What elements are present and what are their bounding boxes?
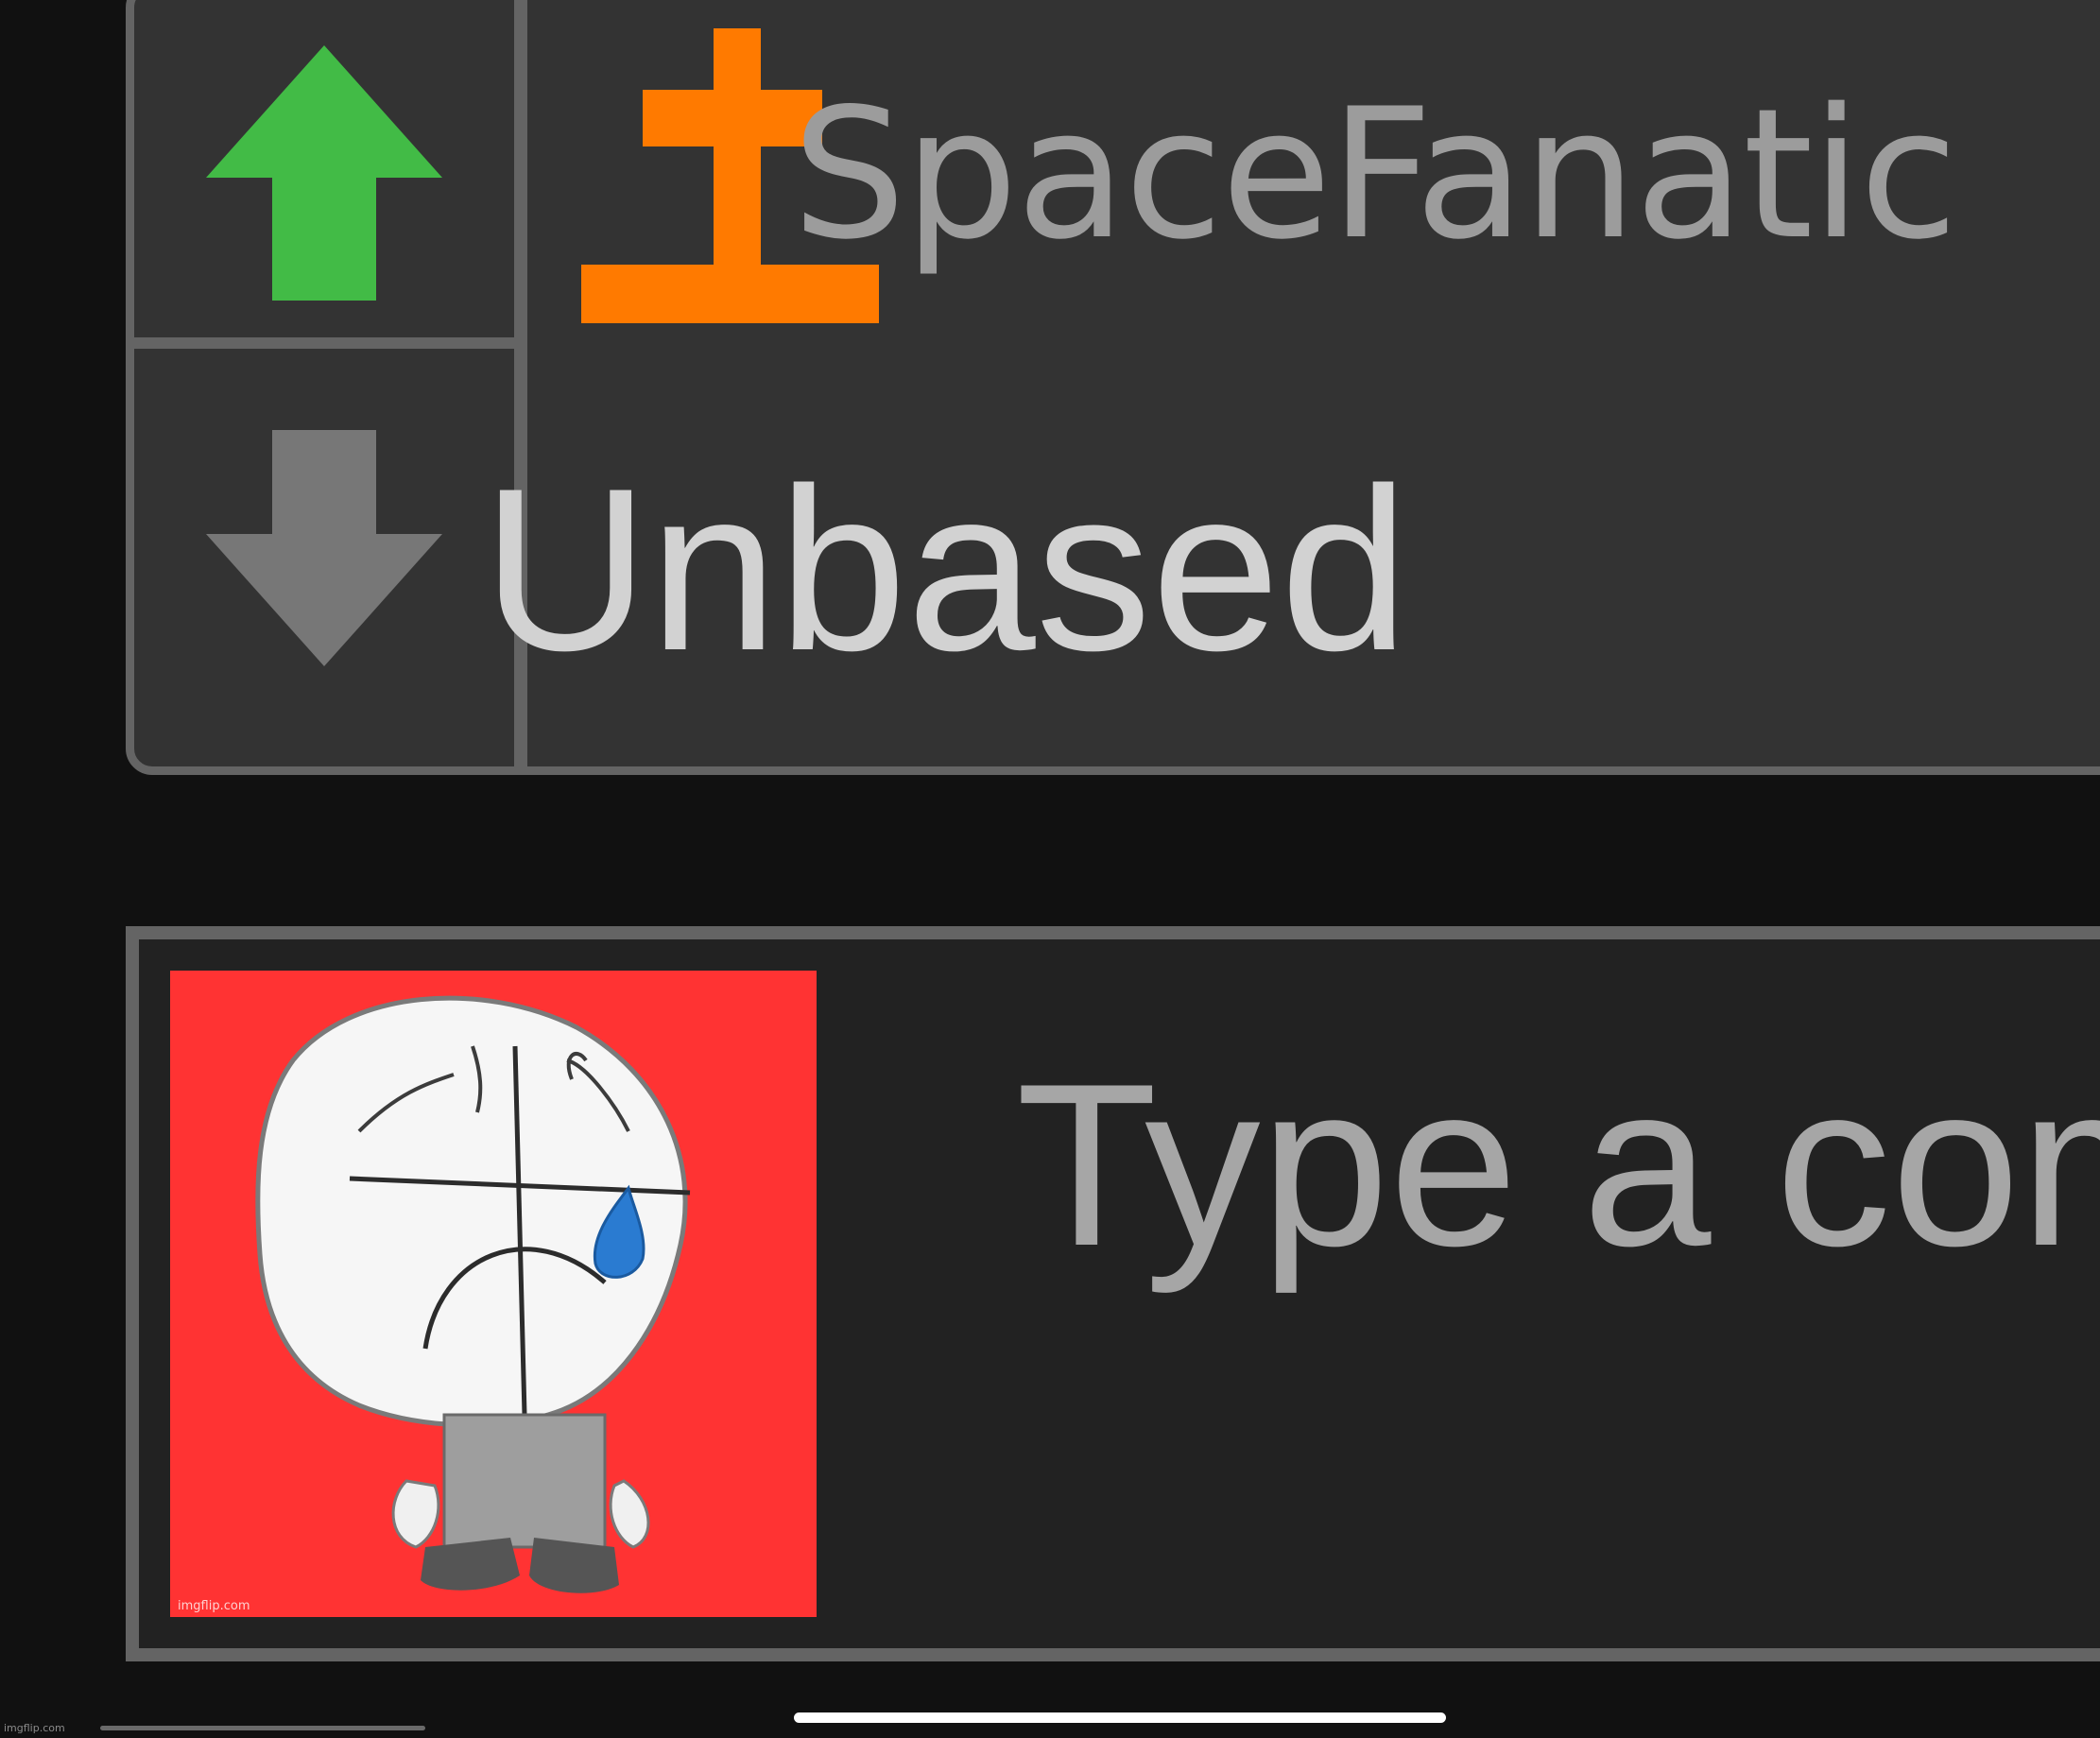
comment-text: Unbased: [482, 439, 1409, 698]
page-watermark: imgflip.com: [4, 1722, 65, 1734]
home-indicator[interactable]: [794, 1712, 1446, 1723]
vote-divider: [134, 337, 514, 349]
downvote-button[interactable]: [134, 349, 514, 747]
arrow-up-icon: [206, 45, 442, 301]
page: SpaceFanatic Unbased imgflip.com Type a …: [0, 0, 2100, 1738]
comment-username[interactable]: SpaceFanatic: [792, 85, 1958, 265]
reply-input-placeholder[interactable]: Type a com: [1016, 1049, 2100, 1281]
scroll-indicator: [100, 1726, 425, 1730]
upvote-button[interactable]: [134, 9, 514, 337]
arrow-down-icon: [206, 429, 442, 666]
avatar[interactable]: imgflip.com: [170, 971, 817, 1617]
sad-character-image: [255, 995, 691, 1593]
vote-column: [134, 0, 527, 766]
avatar-watermark: imgflip.com: [178, 1599, 250, 1613]
